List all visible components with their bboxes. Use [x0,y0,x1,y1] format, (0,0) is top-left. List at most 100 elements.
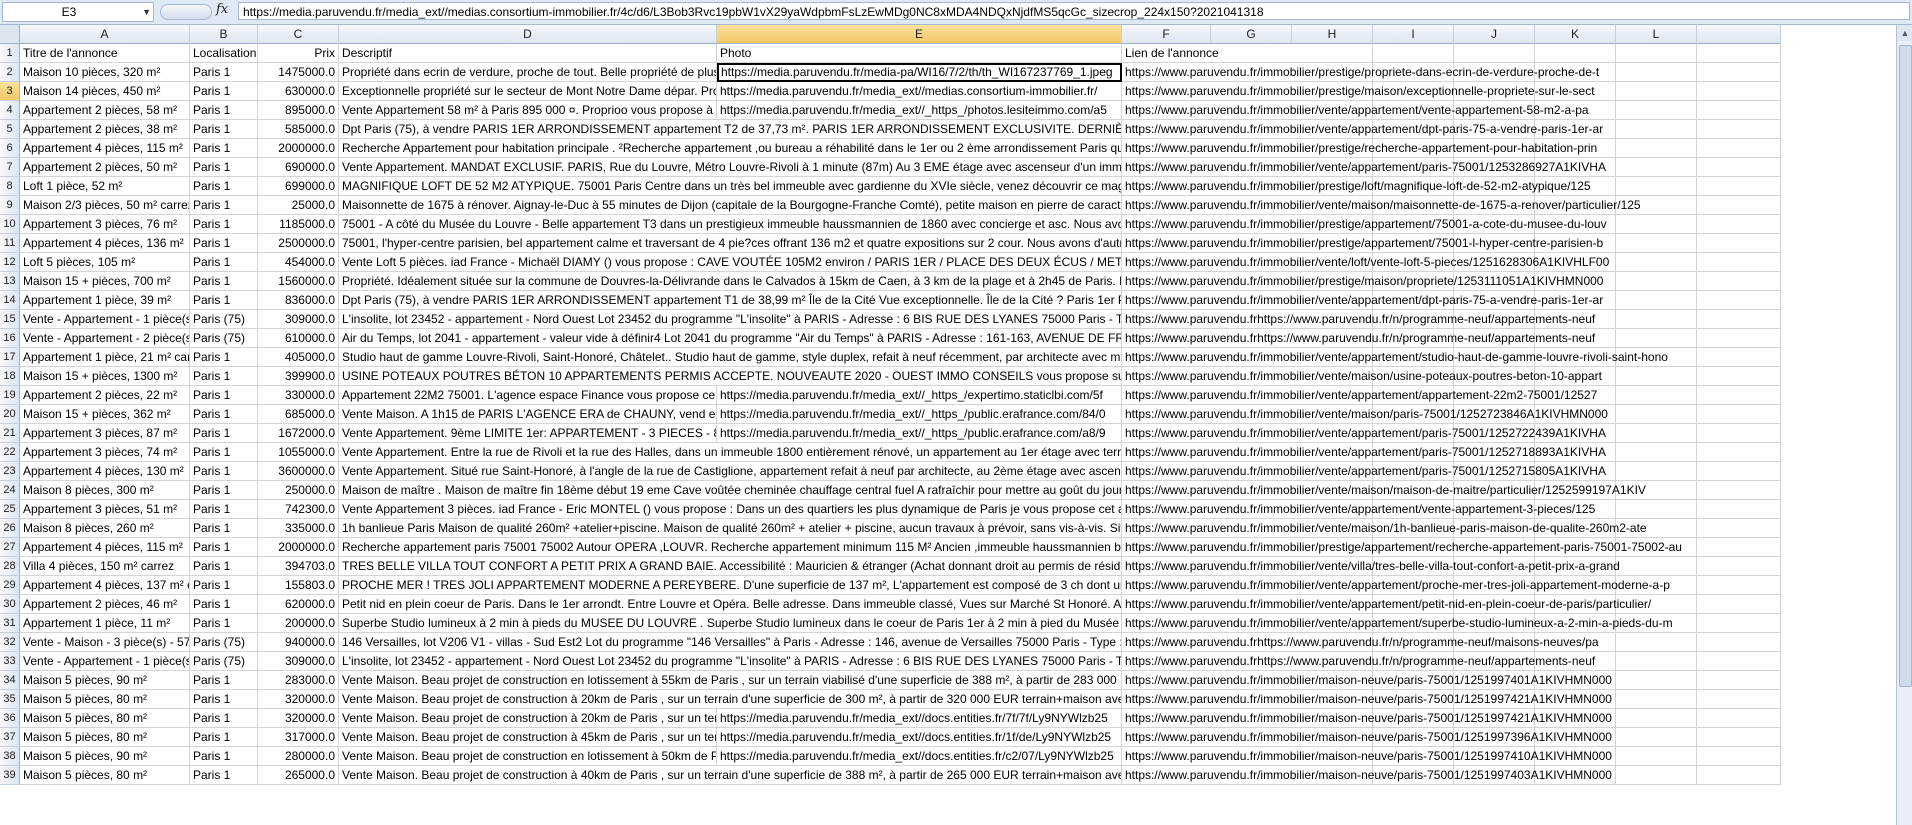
row-header[interactable]: 8 [0,177,20,196]
row-header[interactable]: 38 [0,747,20,766]
cell-f21[interactable]: https://www.paruvendu.fr/immobilier/vent… [1122,424,1781,443]
cell-b14[interactable]: Paris 1 [190,291,258,310]
row-header[interactable]: 11 [0,234,20,253]
cell-a18[interactable]: Maison 15 + pièces, 1300 m² [20,367,190,386]
cell-d26[interactable]: 1h banlieue Paris Maison de qualité 260m… [339,519,1122,538]
cell-d14[interactable]: Dpt Paris (75), à vendre PARIS 1ER ARRON… [339,291,1122,310]
cell-c35[interactable]: 320000.0 [258,690,339,709]
cell-f31[interactable]: https://www.paruvendu.fr/immobilier/vent… [1122,614,1781,633]
cell-a21[interactable]: Appartement 3 pièces, 87 m² [20,424,190,443]
column-header-b[interactable]: B [190,25,258,44]
cell-b1[interactable]: Localisation [190,44,258,63]
column-header-f[interactable]: F [1122,25,1211,44]
cell-c22[interactable]: 1055000.0 [258,443,339,462]
cell-e1[interactable]: Photo [717,44,1122,63]
scrollbar-thumb[interactable] [1899,45,1912,687]
cell-f10[interactable]: https://www.paruvendu.fr/immobilier/pres… [1122,215,1781,234]
cell-f20[interactable]: https://www.paruvendu.fr/immobilier/vent… [1122,405,1781,424]
cell-d36[interactable]: Vente Maison. Beau projet de constructio… [339,709,717,728]
cell-c15[interactable]: 309000.0 [258,310,339,329]
column-header-h[interactable]: H [1292,25,1373,44]
cell-a34[interactable]: Maison 5 pièces, 90 m² [20,671,190,690]
row-header[interactable]: 18 [0,367,20,386]
cell-f5[interactable]: https://www.paruvendu.fr/immobilier/vent… [1122,120,1781,139]
cell-b36[interactable]: Paris 1 [190,709,258,728]
cell-a19[interactable]: Appartement 2 pièces, 22 m² [20,386,190,405]
row-header[interactable]: 34 [0,671,20,690]
cell-c31[interactable]: 200000.0 [258,614,339,633]
row-header[interactable]: 39 [0,766,20,785]
cell-f24[interactable]: https://www.paruvendu.fr/immobilier/vent… [1122,481,1781,500]
cell-d20[interactable]: Vente Maison. A 1h15 de PARIS L'AGENCE E… [339,405,717,424]
cell-d27[interactable]: Recherche appartement paris 75001 75002 … [339,538,1122,557]
cell-f27[interactable]: https://www.paruvendu.fr/immobilier/pres… [1122,538,1781,557]
cell-c9[interactable]: 25000.0 [258,196,339,215]
cell-a6[interactable]: Appartement 4 pièces, 115 m² [20,139,190,158]
cell-f17[interactable]: https://www.paruvendu.fr/immobilier/vent… [1122,348,1781,367]
cell-a22[interactable]: Appartement 3 pièces, 74 m² [20,443,190,462]
cell-a9[interactable]: Maison 2/3 pièces, 50 m² carrez [20,196,190,215]
row-header[interactable]: 7 [0,158,20,177]
cell-b39[interactable]: Paris 1 [190,766,258,785]
cell-b15[interactable]: Paris (75) [190,310,258,329]
cell-a39[interactable]: Maison 5 pièces, 80 m² [20,766,190,785]
row-header[interactable]: 12 [0,253,20,272]
cell-a28[interactable]: Villa 4 pièces, 150 m² carrez [20,557,190,576]
cell-a25[interactable]: Appartement 3 pièces, 51 m² [20,500,190,519]
cell-c7[interactable]: 690000.0 [258,158,339,177]
cell-d11[interactable]: 75001, l'hyper-centre parisien, bel appa… [339,234,1122,253]
cell-c17[interactable]: 405000.0 [258,348,339,367]
cell-b33[interactable]: Paris (75) [190,652,258,671]
cell-f23[interactable]: https://www.paruvendu.fr/immobilier/vent… [1122,462,1781,481]
cell-f15[interactable]: https://www.paruvendu.frhttps://www.paru… [1122,310,1781,329]
cell-b20[interactable]: Paris 1 [190,405,258,424]
cell-a14[interactable]: Appartement 1 pièce, 39 m² [20,291,190,310]
cell-d22[interactable]: Vente Appartement. Entre la rue de Rivol… [339,443,1122,462]
cell-a10[interactable]: Appartement 3 pièces, 76 m² [20,215,190,234]
cell-d29[interactable]: PROCHE MER ! TRES JOLI APPARTEMENT MODER… [339,576,1122,595]
cell-c25[interactable]: 742300.0 [258,500,339,519]
cell-b13[interactable]: Paris 1 [190,272,258,291]
cell-a16[interactable]: Vente - Appartement - 2 pièce(s) - [20,329,190,348]
row-header[interactable]: 23 [0,462,20,481]
cell-c3[interactable]: 630000.0 [258,82,339,101]
cell-b27[interactable]: Paris 1 [190,538,258,557]
name-box[interactable]: E3 ▼ [2,2,154,22]
cell-c2[interactable]: 1475000.0 [258,63,339,82]
row-header[interactable]: 37 [0,728,20,747]
cell-b29[interactable]: Paris 1 [190,576,258,595]
cell-c28[interactable]: 394703.0 [258,557,339,576]
cell-c37[interactable]: 317000.0 [258,728,339,747]
scroll-up-icon[interactable]: ▲ [1897,25,1912,41]
cell-c18[interactable]: 399900.0 [258,367,339,386]
cell-c27[interactable]: 2000000.0 [258,538,339,557]
cell-d5[interactable]: Dpt Paris (75), à vendre PARIS 1ER ARRON… [339,120,1122,139]
cell-e38[interactable]: https://media.paruvendu.fr/media_ext//do… [717,747,1122,766]
cell-b17[interactable]: Paris 1 [190,348,258,367]
cell-f3[interactable]: https://www.paruvendu.fr/immobilier/pres… [1122,82,1781,101]
cell-f37[interactable]: https://www.paruvendu.fr/immobilier/mais… [1122,728,1781,747]
cell-d8[interactable]: MAGNIFIQUE LOFT DE 52 M2 ATYPIQUE. 75001… [339,177,1122,196]
cell-b9[interactable]: Paris 1 [190,196,258,215]
insert-function-icon[interactable]: fx [216,2,228,17]
column-header-i[interactable]: I [1373,25,1454,44]
cell-c23[interactable]: 3600000.0 [258,462,339,481]
cell-a33[interactable]: Vente - Appartement - 1 pièce(s) - [20,652,190,671]
cell-d28[interactable]: TRES BELLE VILLA TOUT CONFORT A PETIT PR… [339,557,1122,576]
row-header[interactable]: 3 [0,82,20,101]
cell-c26[interactable]: 335000.0 [258,519,339,538]
cell-c5[interactable]: 585000.0 [258,120,339,139]
cell-f38[interactable]: https://www.paruvendu.fr/immobilier/mais… [1122,747,1781,766]
cell-d1[interactable]: Descriptif [339,44,717,63]
cell-e19[interactable]: https://media.paruvendu.fr/media_ext//_h… [717,386,1122,405]
cell-b21[interactable]: Paris 1 [190,424,258,443]
cell-f11[interactable]: https://www.paruvendu.fr/immobilier/pres… [1122,234,1781,253]
cell-b23[interactable]: Paris 1 [190,462,258,481]
cell-c20[interactable]: 685000.0 [258,405,339,424]
cell-c29[interactable]: 155803.0 [258,576,339,595]
cell-a11[interactable]: Appartement 4 pièces, 136 m² [20,234,190,253]
cell-c1[interactable]: Prix [258,44,339,63]
row-header[interactable]: 22 [0,443,20,462]
cell-a27[interactable]: Appartement 4 pièces, 115 m² [20,538,190,557]
cell-a20[interactable]: Maison 15 + pièces, 362 m² [20,405,190,424]
